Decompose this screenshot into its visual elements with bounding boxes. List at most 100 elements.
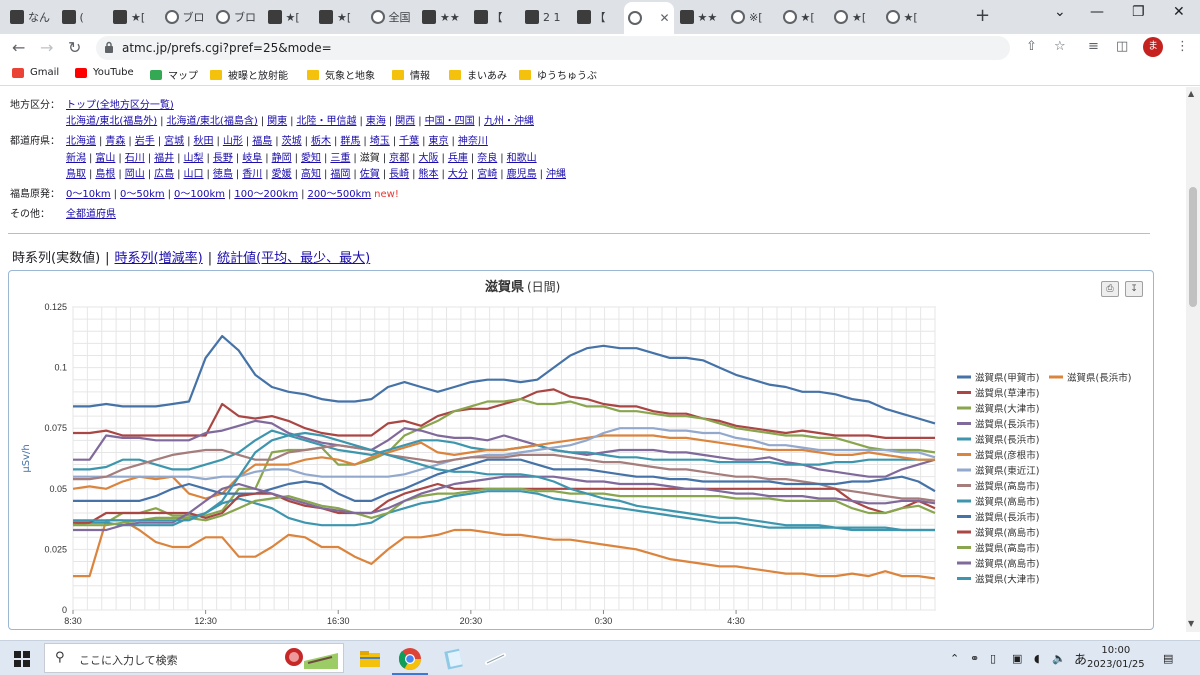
ime-indicator[interactable]: あ xyxy=(1074,649,1087,668)
minimize-button[interactable]: ⌄ xyxy=(1054,4,1066,20)
download-icon[interactable]: ↧ xyxy=(1125,281,1143,297)
view-tab-statistics[interactable]: 統計値(平均、最少、最大) xyxy=(217,251,370,266)
maximize-button[interactable]: ❐ xyxy=(1132,4,1145,20)
tray-chevron-icon[interactable]: ⌃ xyxy=(950,652,959,665)
nav-link[interactable]: 茨城 xyxy=(282,136,302,147)
browser-tab[interactable]: ★[ xyxy=(264,4,314,30)
nav-link[interactable]: 鳥取 xyxy=(66,169,86,180)
nav-link[interactable]: 岐阜 xyxy=(242,153,262,164)
nav-link[interactable]: 福島 xyxy=(252,136,272,147)
bookmark-item[interactable]: YouTube xyxy=(75,67,134,78)
nav-link[interactable]: 青森 xyxy=(105,136,125,147)
forward-icon[interactable]: → xyxy=(40,38,53,57)
nav-link[interactable]: 北海道/東北(福島含) xyxy=(167,116,258,127)
nav-link[interactable]: 北海道 xyxy=(66,136,96,147)
nav-link[interactable]: 愛媛 xyxy=(272,169,292,180)
tray-wifi-icon[interactable]: ◖ xyxy=(1034,652,1040,665)
bookmark-item[interactable]: 被曝と放射能 xyxy=(210,67,288,82)
browser-tab[interactable]: ✕ xyxy=(624,2,674,34)
reading-list-icon[interactable]: ≡ xyxy=(1088,39,1099,54)
nav-link[interactable]: 徳島 xyxy=(213,169,233,180)
nav-link[interactable]: 愛知 xyxy=(301,153,321,164)
nav-link[interactable]: 佐賀 xyxy=(360,169,380,180)
notepad-app-icon[interactable] xyxy=(440,645,468,673)
profile-avatar[interactable]: ま xyxy=(1143,37,1163,57)
share-icon[interactable]: ⇧ xyxy=(1026,39,1037,54)
notification-icon[interactable]: ▤ xyxy=(1163,652,1173,665)
nav-link[interactable]: 全都道府県 xyxy=(66,209,116,220)
nav-link[interactable]: 鹿児島 xyxy=(507,169,537,180)
browser-tab[interactable]: ( xyxy=(58,4,108,30)
nav-link[interactable]: 200〜500km xyxy=(307,189,371,200)
browser-tab[interactable]: ★[ xyxy=(779,4,829,30)
nav-link[interactable]: 奈良 xyxy=(477,153,497,164)
nav-link[interactable]: 岡山 xyxy=(125,169,145,180)
browser-tab[interactable]: ★★ xyxy=(676,4,726,30)
tray-network-icon[interactable]: ⚭ xyxy=(970,652,979,665)
nav-link[interactable]: 関西 xyxy=(395,116,415,127)
nav-link[interactable]: 栃木 xyxy=(311,136,331,147)
nav-link[interactable]: トップ(全地方区分一覧) xyxy=(66,100,174,111)
tray-battery-icon[interactable]: ▯ xyxy=(990,652,996,665)
bookmark-star-icon[interactable]: ☆ xyxy=(1054,39,1066,54)
bookmark-item[interactable]: 気象と地象 xyxy=(307,67,375,82)
browser-tab[interactable]: ★★ xyxy=(418,4,468,30)
chrome-icon[interactable] xyxy=(396,645,424,673)
reload-icon[interactable]: ↻ xyxy=(68,38,81,57)
nav-link[interactable]: 群馬 xyxy=(340,136,360,147)
nav-link[interactable]: 長崎 xyxy=(389,169,409,180)
browser-tab[interactable]: なん xyxy=(6,4,56,30)
side-panel-icon[interactable]: ◫ xyxy=(1116,39,1128,54)
nav-link[interactable]: 岩手 xyxy=(135,136,155,147)
nav-link[interactable]: 山形 xyxy=(223,136,243,147)
nav-link[interactable]: 0〜10km xyxy=(66,189,111,200)
close-window-button[interactable]: ✕ xyxy=(1173,4,1185,20)
nav-link[interactable]: 山口 xyxy=(184,169,204,180)
nav-link[interactable]: 三重 xyxy=(330,153,350,164)
scroll-up-icon[interactable]: ▲ xyxy=(1188,89,1194,98)
nav-link[interactable]: 富山 xyxy=(95,153,115,164)
nav-link[interactable]: 福井 xyxy=(154,153,174,164)
windows-start-icon[interactable] xyxy=(14,651,30,667)
nav-link[interactable]: 石川 xyxy=(125,153,145,164)
nav-link[interactable]: 秋田 xyxy=(194,136,214,147)
nav-link[interactable]: 宮崎 xyxy=(477,169,497,180)
bookmark-item[interactable]: Gmail xyxy=(12,67,59,78)
browser-tab[interactable]: ※[ xyxy=(727,4,777,30)
nav-link[interactable]: 東海 xyxy=(366,116,386,127)
nav-link[interactable]: 千葉 xyxy=(399,136,419,147)
nav-link[interactable]: 九州・沖縄 xyxy=(484,116,534,127)
nav-link[interactable]: 長野 xyxy=(213,153,233,164)
browser-tab[interactable]: 2 1 xyxy=(521,4,571,30)
browser-tab[interactable]: ★[ xyxy=(315,4,365,30)
weather-widget-icon[interactable] xyxy=(282,643,342,673)
nav-link[interactable]: 中国・四国 xyxy=(425,116,475,127)
nav-link[interactable]: 広島 xyxy=(154,169,174,180)
browser-tab[interactable]: 【 xyxy=(470,4,520,30)
new-tab-button[interactable]: + xyxy=(975,5,990,26)
nav-link[interactable]: 関東 xyxy=(267,116,287,127)
nav-link[interactable]: 0〜100km xyxy=(174,189,225,200)
nav-link[interactable]: 山梨 xyxy=(184,153,204,164)
nav-link[interactable]: 熊本 xyxy=(419,169,439,180)
nav-link[interactable]: 新潟 xyxy=(66,153,86,164)
browser-tab[interactable]: 【 xyxy=(573,4,623,30)
minimize-window-button[interactable]: — xyxy=(1090,4,1104,20)
view-tab-change-rate[interactable]: 時系列(増減率) xyxy=(115,251,203,266)
bookmark-item[interactable]: マップ xyxy=(150,67,198,82)
menu-kebab-icon[interactable]: ⋮ xyxy=(1176,39,1189,54)
nav-link[interactable]: 大分 xyxy=(448,169,468,180)
nav-link[interactable]: 和歌山 xyxy=(507,153,537,164)
nav-link[interactable]: 宮城 xyxy=(164,136,184,147)
nav-link[interactable]: 京都 xyxy=(389,153,409,164)
nav-link[interactable]: 沖縄 xyxy=(546,169,566,180)
address-bar[interactable]: atmc.jp/prefs.cgi?pref=25&mode= xyxy=(96,36,1010,60)
page-scrollbar[interactable]: ▲ ▼ xyxy=(1186,87,1200,632)
bookmark-item[interactable]: 情報 xyxy=(392,67,430,82)
browser-tab[interactable]: ★[ xyxy=(830,4,880,30)
nav-link[interactable]: 兵庫 xyxy=(448,153,468,164)
file-explorer-icon[interactable] xyxy=(356,645,384,673)
browser-tab[interactable]: ブロ xyxy=(212,4,262,30)
back-icon[interactable]: ← xyxy=(12,38,25,57)
nav-link[interactable]: 埼玉 xyxy=(370,136,390,147)
